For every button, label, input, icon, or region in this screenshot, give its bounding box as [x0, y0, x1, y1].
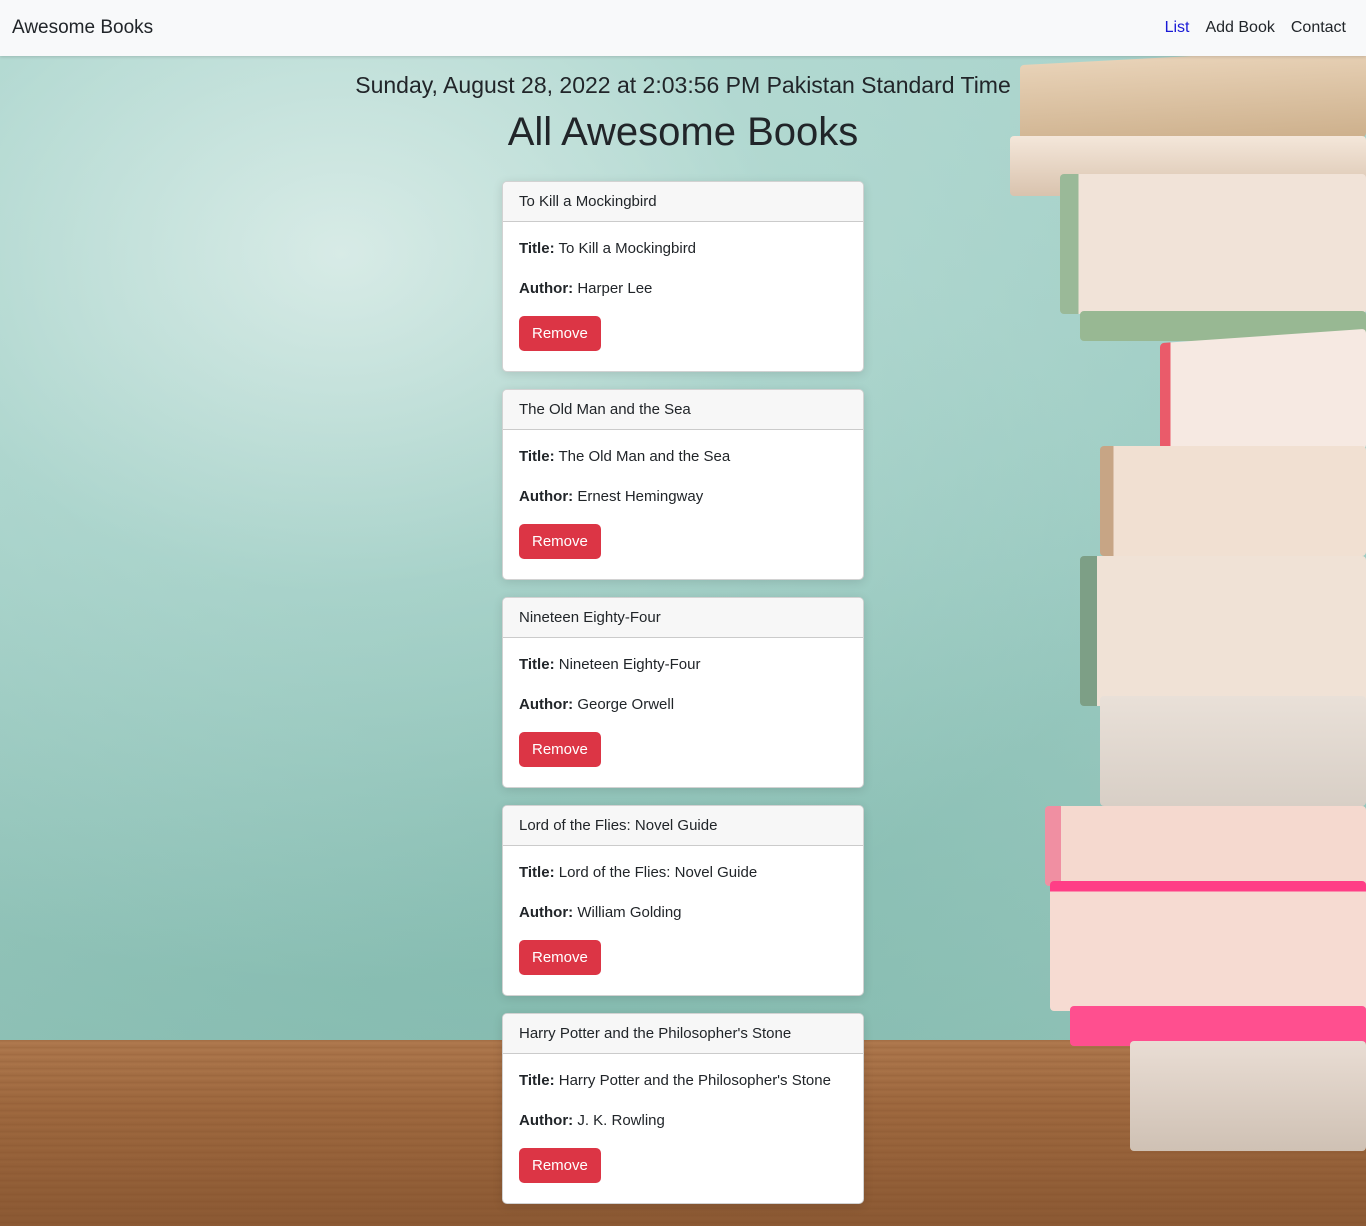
book-author-line: Author: J. K. Rowling	[519, 1112, 847, 1130]
nav-link-contact[interactable]: Contact	[1291, 19, 1346, 37]
book-card-header: Lord of the Flies: Novel Guide	[503, 806, 863, 846]
book-card: Nineteen Eighty-Four Title: Nineteen Eig…	[502, 597, 864, 788]
remove-button[interactable]: Remove	[519, 940, 601, 975]
book-card-body: Title: To Kill a Mockingbird Author: Har…	[503, 222, 863, 351]
remove-button[interactable]: Remove	[519, 732, 601, 767]
book-author: William Golding	[577, 904, 682, 921]
nav-link-add-book[interactable]: Add Book	[1205, 19, 1274, 37]
book-title-line: Title: Nineteen Eighty-Four	[519, 656, 847, 674]
book-title-line: Title: Lord of the Flies: Novel Guide	[519, 864, 847, 882]
book-card: Lord of the Flies: Novel Guide Title: Lo…	[502, 805, 864, 996]
book-card-body: Title: Harry Potter and the Philosopher'…	[503, 1054, 863, 1183]
title-label: Title:	[519, 864, 555, 881]
book-card: Harry Potter and the Philosopher's Stone…	[502, 1013, 864, 1204]
author-label: Author:	[519, 696, 574, 713]
book-card-header: The Old Man and the Sea	[503, 390, 863, 430]
book-card-body: Title: Lord of the Flies: Novel Guide Au…	[503, 846, 863, 975]
book-title: Harry Potter and the Philosopher's Stone	[558, 1072, 831, 1089]
book-title: Lord of the Flies: Novel Guide	[558, 864, 758, 881]
brand-link[interactable]: Awesome Books	[12, 17, 153, 39]
book-title-line: Title: Harry Potter and the Philosopher'…	[519, 1072, 847, 1090]
book-title: The Old Man and the Sea	[558, 448, 731, 465]
book-card: To Kill a Mockingbird Title: To Kill a M…	[502, 181, 864, 372]
background-book-stack	[1000, 46, 1366, 1226]
book-author: George Orwell	[577, 696, 675, 713]
author-label: Author:	[519, 1112, 574, 1129]
book-author-line: Author: Ernest Hemingway	[519, 488, 847, 506]
book-card-body: Title: The Old Man and the Sea Author: E…	[503, 430, 863, 559]
book-title-line: Title: To Kill a Mockingbird	[519, 240, 847, 258]
nav-links: List Add Book Contact	[1165, 19, 1346, 37]
book-card-body: Title: Nineteen Eighty-Four Author: Geor…	[503, 638, 863, 767]
book-author-line: Author: George Orwell	[519, 696, 847, 714]
book-author: J. K. Rowling	[577, 1112, 665, 1129]
book-card: The Old Man and the Sea Title: The Old M…	[502, 389, 864, 580]
title-label: Title:	[519, 656, 555, 673]
remove-button[interactable]: Remove	[519, 316, 601, 351]
book-card-header: Nineteen Eighty-Four	[503, 598, 863, 638]
book-title: Nineteen Eighty-Four	[558, 656, 701, 673]
book-author: Ernest Hemingway	[577, 488, 704, 505]
nav-link-list[interactable]: List	[1165, 19, 1190, 37]
book-card-header: To Kill a Mockingbird	[503, 182, 863, 222]
title-label: Title:	[519, 1072, 555, 1089]
page-title: All Awesome Books	[507, 110, 859, 154]
author-label: Author:	[519, 280, 574, 297]
book-card-header: Harry Potter and the Philosopher's Stone	[503, 1014, 863, 1054]
book-author-line: Author: Harper Lee	[519, 280, 847, 298]
book-title-line: Title: The Old Man and the Sea	[519, 448, 847, 466]
navbar: Awesome Books List Add Book Contact	[0, 0, 1366, 56]
current-datetime: Sunday, August 28, 2022 at 2:03:56 PM Pa…	[355, 72, 1011, 98]
book-title: To Kill a Mockingbird	[558, 240, 697, 257]
remove-button[interactable]: Remove	[519, 1148, 601, 1183]
remove-button[interactable]: Remove	[519, 524, 601, 559]
book-author: Harper Lee	[577, 280, 653, 297]
book-author-line: Author: William Golding	[519, 904, 847, 922]
author-label: Author:	[519, 488, 574, 505]
title-label: Title:	[519, 448, 555, 465]
book-list: To Kill a Mockingbird Title: To Kill a M…	[502, 181, 864, 1221]
author-label: Author:	[519, 904, 574, 921]
title-label: Title:	[519, 240, 555, 257]
